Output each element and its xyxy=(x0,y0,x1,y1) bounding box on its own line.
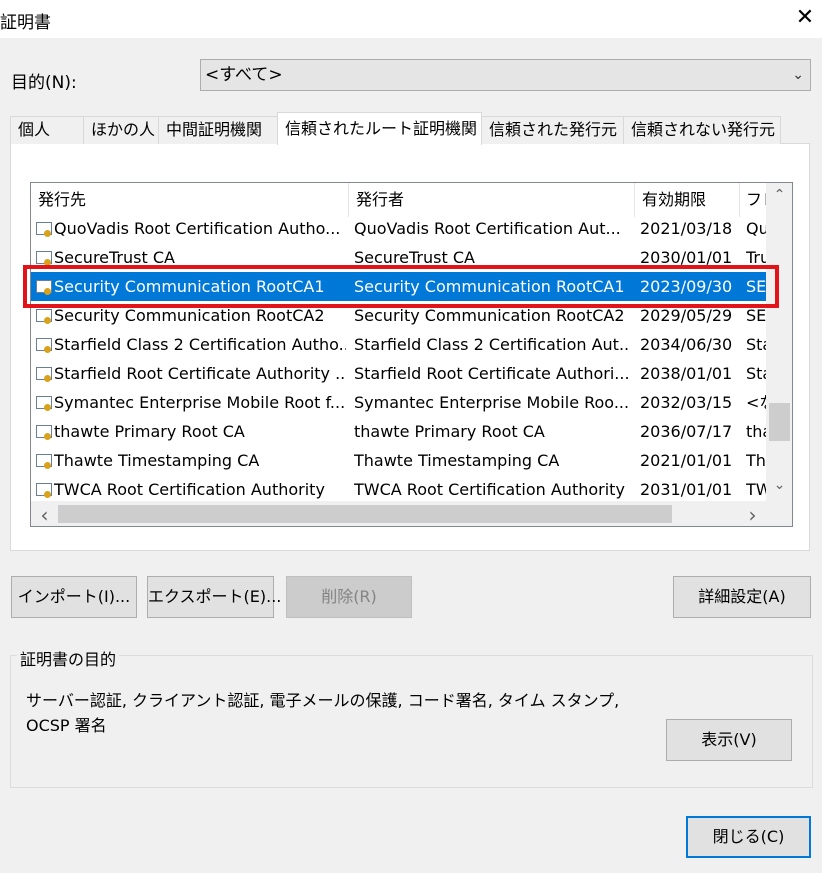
tab-untrusted-publishers[interactable]: 信頼されない発行元 xyxy=(623,116,781,144)
cell-issued-to: Thawte Timestamping CA xyxy=(54,451,260,470)
cell-friendly-name: TW xyxy=(746,480,767,499)
certificate-row[interactable]: Thawte Timestamping CA Thawte Timestampin… xyxy=(31,446,767,475)
horizontal-scroll-thumb[interactable] xyxy=(58,505,672,523)
cell-issued-by: thawte Primary Root CA xyxy=(354,422,545,441)
cell-issued-to: Starfield Class 2 Certification Autho... xyxy=(54,335,346,354)
advanced-button[interactable]: 詳細設定(A) xyxy=(673,576,811,618)
certificate-purpose-text: サーバー認証, クライアント認証, 電子メールの保護, コード署名, タイム ス… xyxy=(26,691,620,735)
tab-personal[interactable]: 個人 xyxy=(10,116,84,144)
column-header-friendly-name[interactable]: フレ xyxy=(740,183,767,217)
scrollbar-corner xyxy=(766,501,792,526)
tab-trusted-root-ca[interactable]: 信頼されたルート証明機関 xyxy=(277,112,482,145)
cell-issued-by: Starfield Root Certificate Authori... xyxy=(354,364,630,383)
certificate-icon xyxy=(36,367,52,382)
vertical-scrollbar[interactable]: ⌃ ⌄ xyxy=(766,183,792,501)
title-bar xyxy=(0,0,822,38)
view-button[interactable]: 表示(V) xyxy=(666,719,792,761)
scroll-left-icon[interactable]: ‹ xyxy=(31,503,58,526)
purpose-dropdown[interactable]: <すべて> ⌄ xyxy=(200,59,811,91)
cell-issued-to: Symantec Enterprise Mobile Root f... xyxy=(54,393,346,412)
cell-issued-to: thawte Primary Root CA xyxy=(54,422,245,441)
cell-expiration: 2021/01/01 xyxy=(640,451,733,470)
import-button[interactable]: インポート(I)... xyxy=(11,576,137,618)
certificate-icon xyxy=(36,251,52,266)
certificate-row[interactable]: Starfield Root Certificate Authority ...… xyxy=(31,359,767,388)
export-button[interactable]: エクスポート(E)... xyxy=(147,576,281,618)
cell-friendly-name: tha xyxy=(746,422,767,441)
cell-issued-by: QuoVadis Root Certification Aut... xyxy=(354,219,621,238)
column-header-expiration[interactable]: 有効期限 xyxy=(635,183,740,217)
cell-issued-by: Starfield Class 2 Certification Aut... xyxy=(354,335,630,354)
purpose-selected-value: <すべて> xyxy=(205,65,283,85)
cell-issued-by: TWCA Root Certification Authority xyxy=(354,480,625,499)
remove-button[interactable]: 削除(R) xyxy=(286,576,412,618)
cell-friendly-name: <な xyxy=(746,393,767,412)
tab-other-people[interactable]: ほかの人 xyxy=(83,116,159,144)
cell-issued-to: QuoVadis Root Certification Autho... xyxy=(54,219,341,238)
scroll-up-icon[interactable]: ⌃ xyxy=(766,187,792,203)
certificate-row[interactable]: thawte Primary Root CA thawte Primary Roo… xyxy=(31,417,767,446)
close-icon[interactable]: ✕ xyxy=(792,4,818,32)
column-header-issued-to[interactable]: 発行先 xyxy=(31,183,349,217)
certificate-row[interactable]: Symantec Enterprise Mobile Root f... Syma… xyxy=(31,388,767,417)
certificate-icon xyxy=(36,396,52,411)
column-header-issued-by[interactable]: 発行者 xyxy=(349,183,635,217)
tab-trusted-publishers[interactable]: 信頼された発行元 xyxy=(481,116,624,144)
tab-intermediate-ca[interactable]: 中間証明機関 xyxy=(158,116,278,144)
certificate-icon xyxy=(36,309,52,324)
cell-friendly-name: Th xyxy=(746,451,766,470)
cell-friendly-name: Sta xyxy=(746,335,767,354)
window-title: 証明書 xyxy=(0,13,51,33)
cell-issued-to: TWCA Root Certification Authority xyxy=(54,480,325,499)
certificate-icon xyxy=(36,338,52,353)
certificate-purpose-title: 証明書の目的 xyxy=(17,646,120,670)
scroll-right-icon[interactable]: › xyxy=(739,503,766,526)
certificate-row[interactable]: Starfield Class 2 Certification Autho...… xyxy=(31,330,767,359)
cell-issued-by: Symantec Enterprise Mobile Roo... xyxy=(354,393,630,412)
chevron-down-icon: ⌄ xyxy=(792,67,804,83)
cell-expiration: 2032/03/15 xyxy=(640,393,733,412)
horizontal-scrollbar[interactable]: ‹ › xyxy=(31,501,766,526)
close-button[interactable]: 閉じる(C) xyxy=(686,816,811,858)
certificate-icon xyxy=(36,483,52,498)
cell-friendly-name: Qu xyxy=(746,219,767,238)
highlight-box xyxy=(23,265,779,308)
vertical-scroll-thumb[interactable] xyxy=(769,403,790,441)
certificate-icon xyxy=(36,425,52,440)
certificate-icon xyxy=(36,454,52,469)
scroll-down-icon[interactable]: ⌄ xyxy=(766,477,792,493)
cell-expiration: 2038/01/01 xyxy=(640,364,733,383)
certificate-row[interactable]: QuoVadis Root Certification Autho... QuoV… xyxy=(31,214,767,243)
cell-issued-to: Starfield Root Certificate Authority ... xyxy=(54,364,346,383)
cell-issued-by: Thawte Timestamping CA xyxy=(354,451,560,470)
certificate-icon xyxy=(36,222,52,237)
cell-expiration: 2021/03/18 xyxy=(640,219,733,238)
cell-expiration: 2036/07/17 xyxy=(640,422,733,441)
purpose-label: 目的(N): xyxy=(11,73,77,93)
certificate-list[interactable]: 発行先 発行者 有効期限 フレ QuoVadis Root Certificat… xyxy=(30,182,793,527)
cell-friendly-name: Sta xyxy=(746,364,767,383)
cell-expiration: 2034/06/30 xyxy=(640,335,733,354)
cell-expiration: 2031/01/01 xyxy=(640,480,733,499)
certificate-row[interactable]: TWCA Root Certification Authority TWCA Ro… xyxy=(31,475,767,504)
